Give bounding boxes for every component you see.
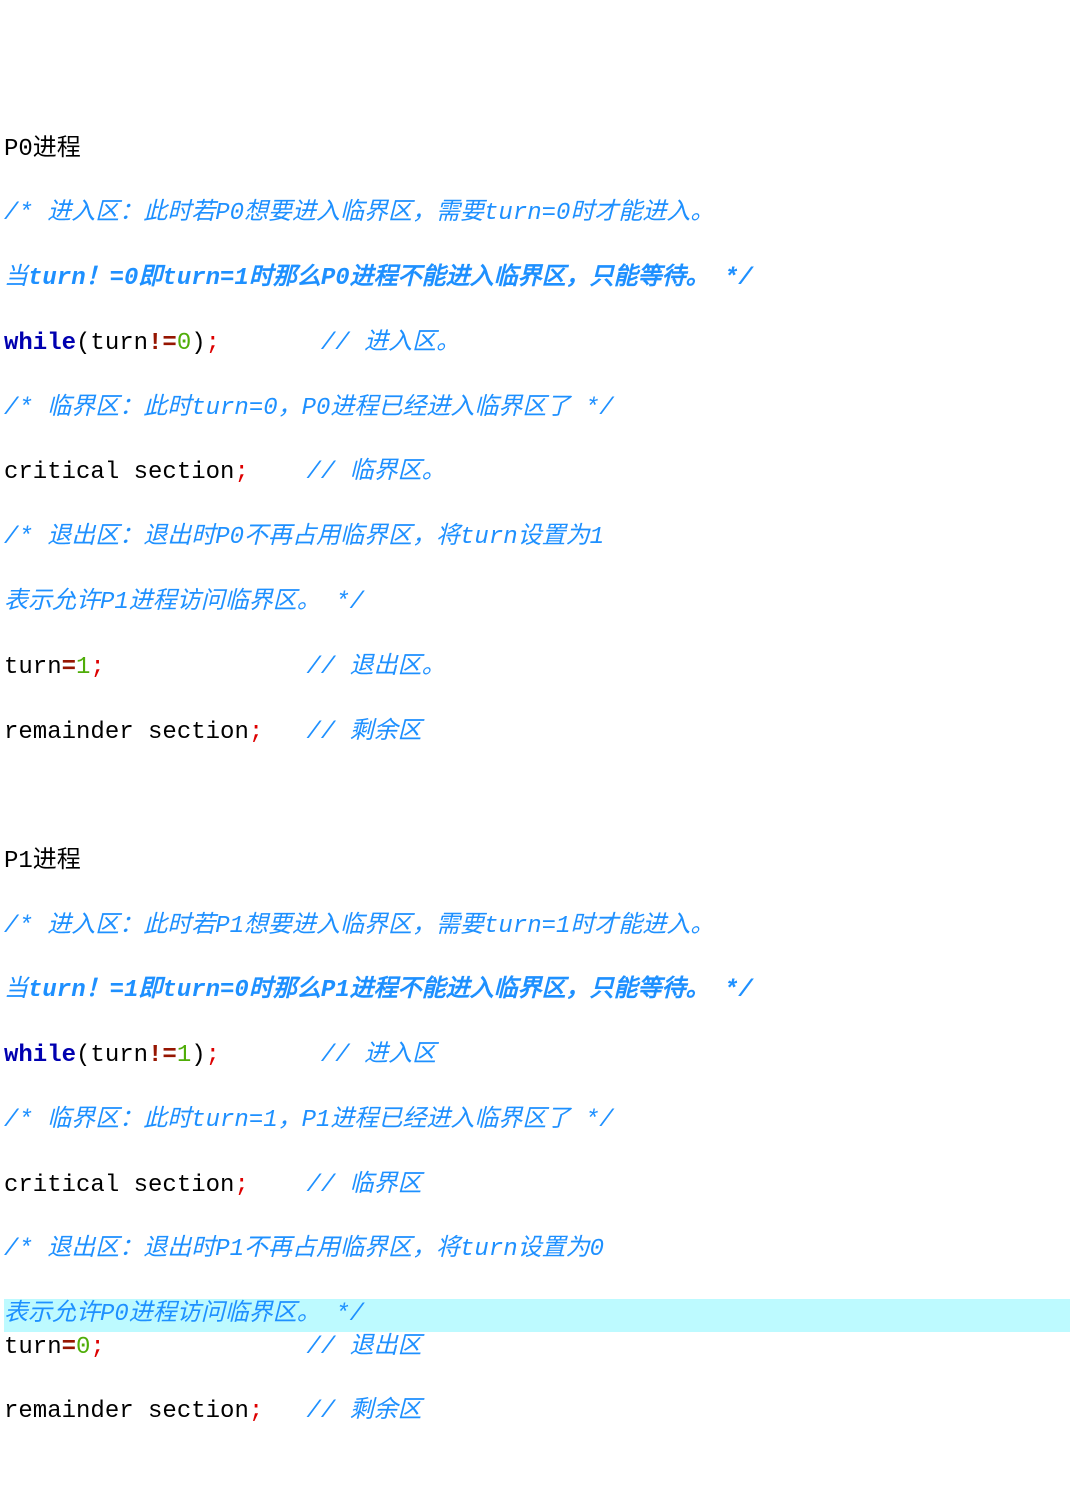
p1-title: P1进程	[4, 846, 1070, 878]
blank-separator	[4, 781, 1070, 813]
p1-critical-code: critical section;// 临界区	[4, 1170, 1070, 1202]
p0-critical-comment: /* 临界区：此时turn=0，P0进程已经进入临界区了 */	[4, 393, 1070, 425]
p1-entry-comment-2: 当turn！=1即turn=0时那么P1进程不能进入临界区，只能等待。 */	[4, 975, 1070, 1007]
p0-remainder-code: remainder section;// 剩余区	[4, 717, 1070, 749]
p1-exit-comment-1: /* 退出区：退出时P1不再占用临界区，将turn设置为0	[4, 1234, 1070, 1266]
p0-exit-comment-2: 表示允许P1进程访问临界区。 */	[4, 587, 1070, 619]
p1-exit-comment-2-highlighted: 表示允许P0进程访问临界区。 */	[4, 1299, 1070, 1331]
p1-entry-comment-1: /* 进入区：此时若P1想要进入临界区，需要turn=1时才能进入。	[4, 911, 1070, 943]
p0-entry-comment-2: 当turn！=0即turn=1时那么P0进程不能进入临界区，只能等待。 */	[4, 263, 1070, 295]
code-block: P0进程 /* 进入区：此时若P0想要进入临界区，需要turn=0时才能进入。 …	[4, 101, 1070, 1461]
p0-turn-assign: turn=1;// 退出区。	[4, 652, 1070, 684]
p1-critical-comment: /* 临界区：此时turn=1，P1进程已经进入临界区了 */	[4, 1105, 1070, 1137]
p0-critical-code: critical section;// 临界区。	[4, 457, 1070, 489]
p1-while-line: while(turn!=1);// 进入区	[4, 1040, 1070, 1072]
p0-entry-comment-1: /* 进入区：此时若P0想要进入临界区，需要turn=0时才能进入。	[4, 198, 1070, 230]
p0-title: P0进程	[4, 134, 1070, 166]
p1-turn-assign: turn=0;// 退出区	[4, 1332, 1070, 1364]
p0-while-line: while(turn!=0);// 进入区。	[4, 328, 1070, 360]
p1-remainder-code: remainder section;// 剩余区	[4, 1396, 1070, 1428]
p0-exit-comment-1: /* 退出区：退出时P0不再占用临界区，将turn设置为1	[4, 522, 1070, 554]
